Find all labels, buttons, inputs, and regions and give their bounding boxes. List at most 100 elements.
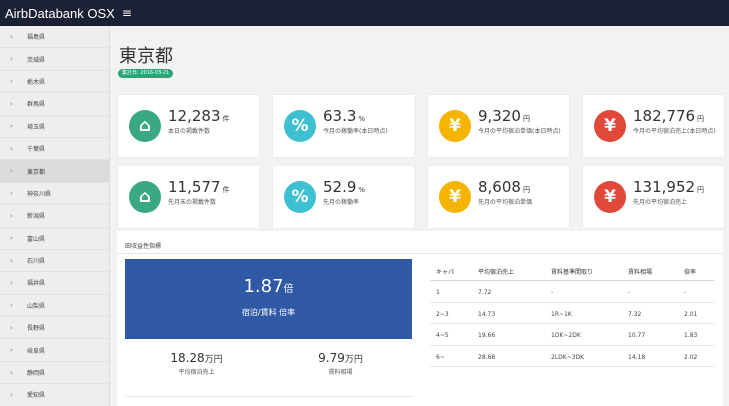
- stat-card: % 52.9% 先月の稼働率: [273, 166, 414, 228]
- sidebar-item[interactable]: › 長野県: [0, 317, 109, 340]
- sidebar-item[interactable]: › 埼玉県: [0, 116, 109, 138]
- table-header-cell: 平均宿泊売上: [478, 269, 515, 276]
- sidebar-item-label: 石川県: [27, 258, 46, 266]
- yen-icon: ¥: [439, 110, 471, 142]
- table-header-cell: 賃料相場: [628, 269, 653, 276]
- percent-icon: %: [284, 181, 316, 213]
- table-cell: 1DK~2DK: [551, 332, 581, 339]
- table-header-cell: 倍率: [684, 269, 697, 276]
- stat-card: ¥131,952 円先月の平均宿泊売上: [583, 166, 724, 228]
- table-cell: 2LDK~3DK: [551, 353, 585, 361]
- sidebar-item[interactable]: › 福井県: [0, 272, 109, 295]
- sidebar-item[interactable]: › 栃木県: [0, 71, 109, 94]
- chevron-right-icon: ›: [10, 346, 13, 355]
- sidebar: › 福島県 › 茨城県 › 栃木県 › 群馬県 › 埼玉県 › 千葉県 › 東京都 › 神奈川県 › 新潟県 › 富山…: [0, 26, 110, 406]
- chevron-right-icon: ›: [10, 390, 13, 399]
- table-cell: 1: [436, 289, 440, 296]
- card-value: 9,320 円: [478, 107, 530, 125]
- page-title: 東京都: [119, 46, 173, 67]
- sidebar-item-label: 岐阜県: [27, 347, 46, 355]
- chevron-right-icon: ›: [10, 323, 13, 332]
- card-value: 11,577 件: [168, 178, 230, 196]
- chevron-right-icon: ›: [10, 122, 13, 131]
- capacity-table: キャパ 平均宿泊売上 賃料基準間取り 賃料相場 倍率 1 7.72 - - - 2~3 14.73 1R…: [430, 259, 715, 367]
- table-cell: 4~5: [436, 332, 449, 339]
- sidebar-item-label: 福井県: [27, 280, 46, 288]
- chevron-right-icon: ›: [10, 256, 13, 265]
- chevron-right-icon: ›: [10, 32, 13, 41]
- chevron-right-icon: ›: [10, 278, 13, 287]
- table-cell: -: [684, 289, 687, 296]
- hamburger-menu-icon[interactable]: ≡: [122, 6, 132, 20]
- stat-card: ¥8,608 円先月の平均宿泊単価: [428, 166, 569, 228]
- stat-card: ¥182,776 円今月の平均宿泊売上(本日時点): [583, 95, 724, 157]
- app-title[interactable]: AirbDatabank OSX: [5, 6, 115, 21]
- stat-card: ¥9,320 円今月の平均宿泊単価(本日時点): [428, 95, 569, 157]
- yen-icon: ¥: [439, 181, 471, 213]
- ratio-box: 1.87倍 宿泊/賃料 倍率: [125, 259, 412, 339]
- home-icon: ⌂: [129, 110, 161, 142]
- sidebar-item[interactable]: › 愛知県: [0, 384, 109, 406]
- card-value: 131,952 円: [633, 178, 705, 196]
- chevron-right-icon: ›: [10, 301, 13, 310]
- top-bar: AirbDatabank OSX ≡: [0, 0, 729, 26]
- table-cell: 6~: [436, 353, 445, 361]
- table-cell: 14.73: [478, 310, 496, 318]
- sidebar-item[interactable]: › 静岡県: [0, 362, 109, 385]
- sidebar-item-label: 新潟県: [27, 213, 46, 221]
- card-value: 12,283 件: [168, 107, 230, 125]
- table-cell: 14.18: [628, 353, 646, 361]
- sidebar-item[interactable]: › 茨城県: [0, 48, 109, 71]
- chevron-right-icon: ›: [10, 234, 13, 243]
- ratio-label: 宿泊/賃料 倍率: [241, 308, 296, 317]
- sidebar-item[interactable]: › 新潟県: [0, 205, 109, 228]
- card-value: 52.9%: [323, 178, 366, 196]
- table-row: 2~3 14.73 1R~1K 7.32 2.01: [430, 303, 715, 324]
- sidebar-item[interactable]: › 福島県: [0, 26, 109, 49]
- table-cell: 2~3: [436, 310, 449, 318]
- panel-title: 田収益性指標: [125, 243, 162, 250]
- table-cell: 2.02: [684, 353, 698, 361]
- sidebar-item-label: 栃木県: [27, 78, 46, 86]
- chevron-right-icon: ›: [10, 211, 13, 220]
- table-header-cell: キャパ: [436, 269, 455, 276]
- sidebar-item-label: 愛知県: [27, 392, 46, 400]
- table-cell: 28.68: [478, 353, 496, 361]
- card-label: 先月の稼働率: [323, 199, 360, 206]
- stat-card: % 63.3% 今月の稼働率(本日時点): [273, 95, 414, 157]
- chevron-right-icon: ›: [10, 55, 13, 64]
- table-cell: 7.32: [628, 310, 642, 318]
- profitability-panel: 田収益性指標 1.87倍 宿泊/賃料 倍率 18.28万円 平均宿泊売上 9.7…: [117, 231, 723, 406]
- sidebar-item-label: 東京都: [27, 168, 46, 176]
- sidebar-item[interactable]: › 岐阜県: [0, 339, 109, 362]
- sidebar-item[interactable]: › 東京都: [0, 160, 109, 183]
- card-label: 今月の稼働率(本日時点): [323, 128, 388, 135]
- sidebar-item[interactable]: › 山梨県: [0, 295, 109, 318]
- chevron-right-icon: ›: [10, 144, 13, 153]
- ratio-value: 1.87倍: [243, 276, 294, 297]
- yen-icon: ¥: [594, 181, 626, 213]
- sidebar-item-label: 静岡県: [27, 370, 46, 378]
- card-label: 先月末の掲載件数: [168, 199, 217, 206]
- table-row: 4~5 19.66 1DK~2DK 10.77 1.83: [430, 324, 715, 346]
- table-cell: 2.01: [684, 310, 698, 318]
- sidebar-item-label: 長野県: [27, 325, 46, 333]
- sidebar-item-label: 山梨県: [27, 302, 46, 310]
- sidebar-item[interactable]: › 群馬県: [0, 93, 109, 116]
- sidebar-item-label: 富山県: [27, 235, 46, 243]
- card-value: 8,608 円: [478, 178, 530, 196]
- sidebar-item[interactable]: › 千葉県: [0, 138, 109, 161]
- date-badge: 集計日: 2016-03-21: [118, 69, 174, 78]
- chevron-right-icon: ›: [10, 368, 13, 377]
- stat-divider: [125, 396, 412, 397]
- table-header-row: キャパ 平均宿泊売上 賃料基準間取り 賃料相場 倍率: [430, 259, 715, 281]
- chevron-right-icon: ›: [10, 77, 13, 86]
- table-row: 1 7.72 - - -: [430, 281, 715, 303]
- sidebar-item[interactable]: › 富山県: [0, 228, 109, 250]
- sidebar-item[interactable]: › 神奈川県: [0, 183, 109, 206]
- sidebar-item-label: 群馬県: [27, 101, 46, 109]
- sidebar-item-label: 千葉県: [27, 146, 46, 154]
- sidebar-item[interactable]: › 石川県: [0, 250, 109, 273]
- yen-icon: ¥: [594, 110, 626, 142]
- card-label: 先月の平均宿泊単価: [478, 199, 533, 206]
